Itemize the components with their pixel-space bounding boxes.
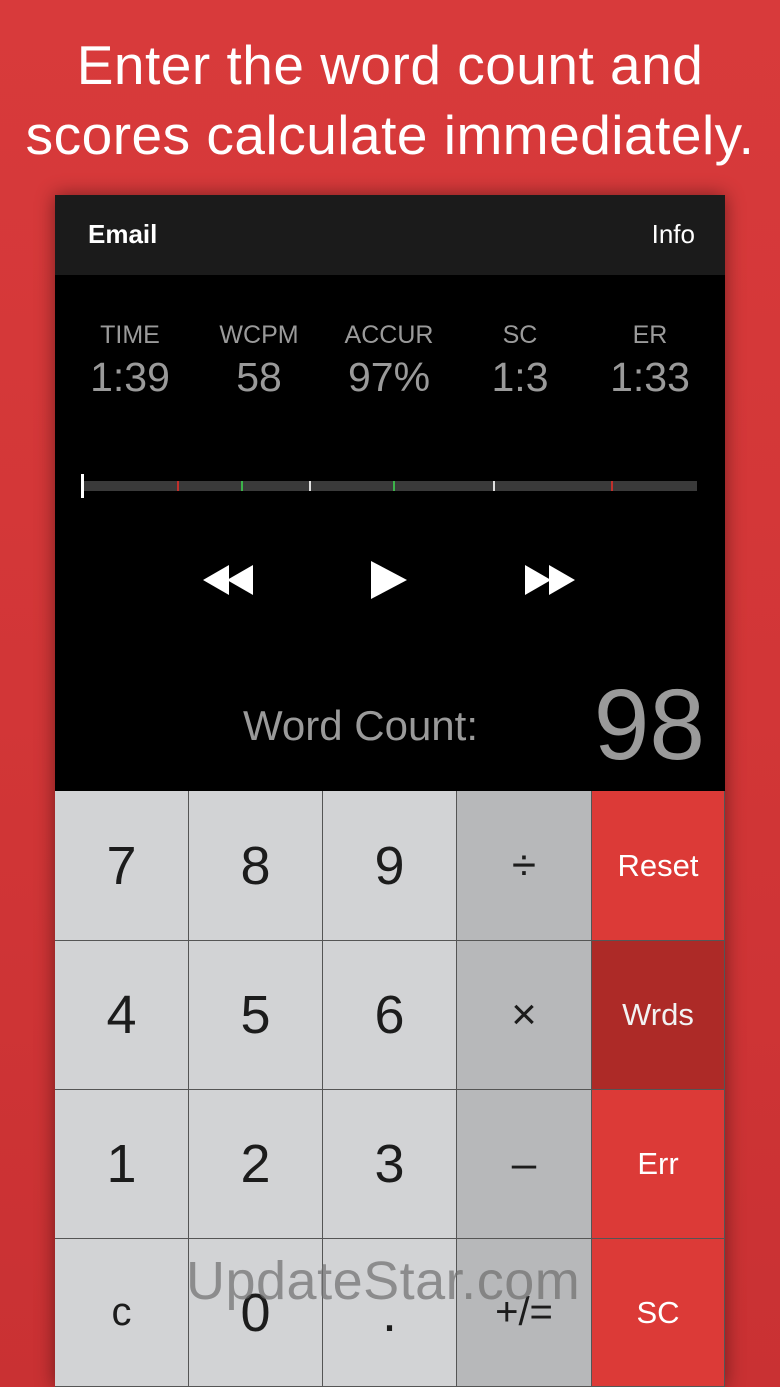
timeline-track[interactable] — [81, 481, 697, 491]
stat-label: WCPM — [219, 321, 299, 349]
headline: Enter the word count and scores calculat… — [0, 30, 780, 170]
key-multiply[interactable]: × — [457, 941, 592, 1090]
key-9[interactable]: 9 — [323, 791, 457, 941]
headline-line-2: scores calculate immediately. — [25, 104, 755, 166]
key-1[interactable]: 1 — [55, 1090, 189, 1239]
key-plus-equals[interactable]: +/= — [457, 1239, 592, 1387]
timeline-playhead[interactable] — [81, 474, 84, 498]
stat-value: 1:33 — [610, 354, 690, 400]
fast-forward-button[interactable] — [521, 555, 577, 605]
stat-value: 1:3 — [491, 354, 549, 400]
key-7[interactable]: 7 — [55, 791, 189, 941]
stat-accuracy: ACCUR 97% — [324, 320, 454, 402]
stat-label: TIME — [100, 321, 160, 349]
stat-wcpm: WCPM 58 — [194, 320, 324, 402]
timeline-marker-error — [177, 481, 179, 491]
key-4[interactable]: 4 — [55, 941, 189, 1090]
key-0[interactable]: 0 — [189, 1239, 323, 1387]
key-6[interactable]: 6 — [323, 941, 457, 1090]
stat-label: ER — [632, 321, 668, 349]
timeline-marker-word — [493, 481, 495, 491]
timeline-marker-self-correct — [393, 481, 395, 491]
play-button[interactable] — [367, 555, 411, 605]
word-count-value: 98 — [593, 669, 705, 781]
timeline-marker-word — [309, 481, 311, 491]
words-button[interactable]: Wrds — [592, 941, 725, 1090]
email-button[interactable]: Email — [88, 219, 157, 250]
stat-label: SC — [502, 321, 538, 349]
app-screen: Email Info TIME 1:39 WCPM 58 ACCUR 97% S… — [55, 195, 725, 1387]
self-correct-button[interactable]: SC — [592, 1239, 725, 1387]
play-icon — [371, 561, 407, 599]
key-3[interactable]: 3 — [323, 1090, 457, 1239]
word-count-label: Word Count: — [243, 702, 478, 749]
fast-forward-icon — [525, 565, 575, 595]
stat-time: TIME 1:39 — [65, 320, 195, 402]
top-bar: Email Info — [55, 195, 725, 275]
stat-value: 1:39 — [90, 354, 170, 400]
headline-line-1: Enter the word count and — [76, 34, 704, 96]
stats-panel: TIME 1:39 WCPM 58 ACCUR 97% SC 1:3 ER 1:… — [55, 320, 725, 410]
key-5[interactable]: 5 — [189, 941, 323, 1090]
stat-value: 58 — [236, 354, 282, 400]
timeline-marker-error — [611, 481, 613, 491]
error-button[interactable]: Err — [592, 1090, 725, 1239]
key-decimal[interactable]: . — [323, 1239, 457, 1387]
stat-er: ER 1:33 — [585, 320, 715, 402]
key-clear[interactable]: c — [55, 1239, 189, 1387]
key-divide[interactable]: ÷ — [457, 791, 592, 941]
stat-label: ACCUR — [344, 321, 434, 349]
keypad: 7 8 9 ÷ Reset 4 5 6 × Wrds 1 2 3 – Err c… — [55, 791, 725, 1387]
timeline-marker-self-correct — [241, 481, 243, 491]
key-8[interactable]: 8 — [189, 791, 323, 941]
key-minus[interactable]: – — [457, 1090, 592, 1239]
info-button[interactable]: Info — [652, 219, 695, 250]
rewind-button[interactable] — [201, 555, 257, 605]
key-2[interactable]: 2 — [189, 1090, 323, 1239]
stat-sc: SC 1:3 — [455, 320, 585, 402]
reset-button[interactable]: Reset — [592, 791, 725, 941]
stat-value: 97% — [347, 354, 431, 400]
rewind-icon — [203, 565, 253, 595]
